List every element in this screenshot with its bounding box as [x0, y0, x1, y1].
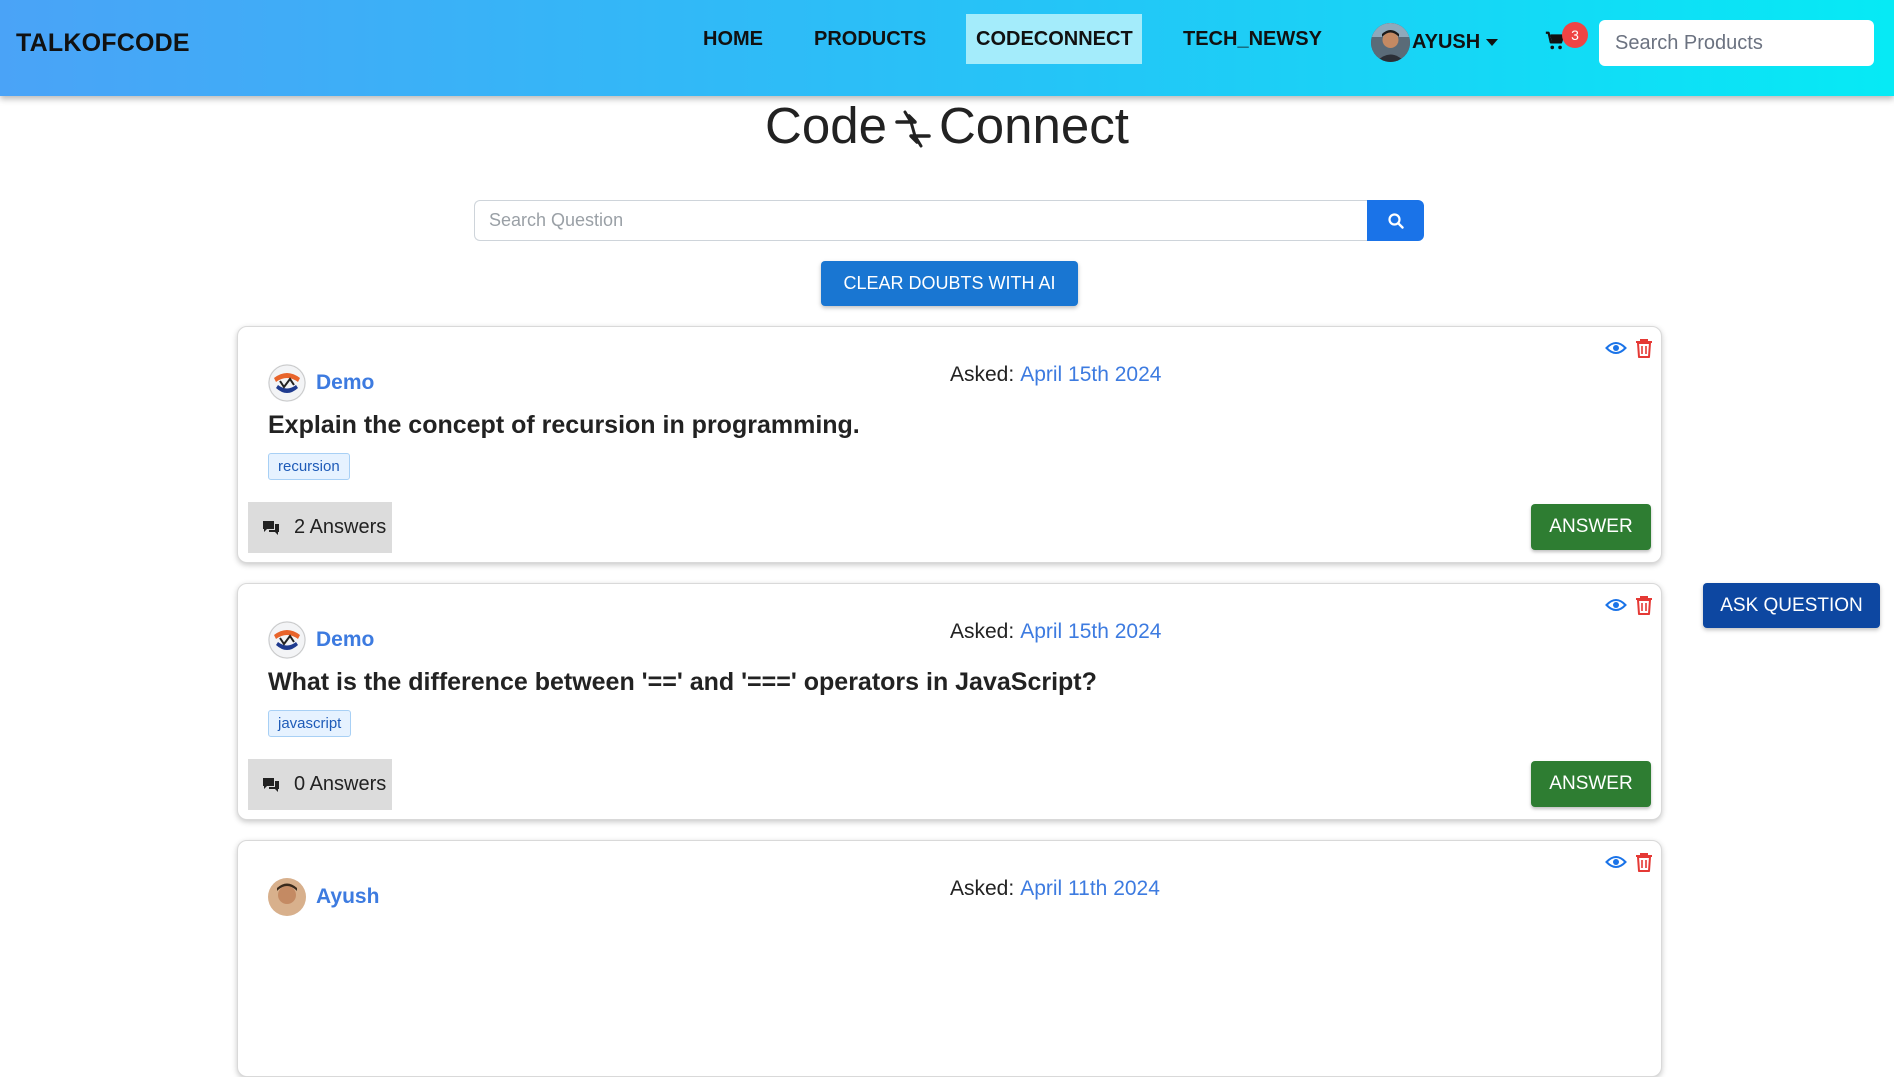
caret-down-icon	[1486, 38, 1499, 46]
asked-date: Asked: April 11th 2024	[950, 877, 1160, 900]
question-tag[interactable]: recursion	[268, 453, 350, 480]
question-card: Ayush Asked: April 11th 2024	[237, 840, 1662, 1077]
eye-icon[interactable]	[1605, 340, 1627, 356]
nav-home[interactable]: HOME	[693, 14, 773, 64]
comments-icon	[263, 520, 279, 535]
question-title[interactable]: What is the difference between '==' and …	[268, 668, 1097, 697]
user-name: AYUSH	[1412, 30, 1481, 53]
user-menu[interactable]: AYUSH	[1371, 22, 1499, 62]
trash-icon[interactable]	[1635, 595, 1653, 615]
eye-icon[interactable]	[1605, 597, 1627, 613]
answer-button[interactable]: ANSWER	[1531, 761, 1651, 807]
question-tag[interactable]: javascript	[268, 710, 352, 737]
question-card: Demo Asked: April 15th 2024 Explain the c…	[237, 326, 1662, 563]
answer-button[interactable]: ANSWER	[1531, 504, 1651, 550]
page-title: Code Connect	[0, 96, 1894, 155]
nav-codeconnect[interactable]: CODECONNECT	[966, 14, 1142, 64]
question-search-input[interactable]	[474, 200, 1367, 241]
question-search-button[interactable]	[1367, 200, 1424, 241]
product-search-input[interactable]	[1599, 20, 1874, 66]
title-code: Code	[765, 97, 887, 154]
asked-date: Asked: April 15th 2024	[950, 620, 1162, 643]
question-author[interactable]: Demo	[316, 371, 374, 395]
comments-icon	[263, 777, 279, 792]
navbar: TALKOFCODE HOME PRODUCTS CODECONNECT TEC…	[0, 0, 1894, 96]
question-author[interactable]: Demo	[316, 628, 374, 652]
user-avatar	[268, 364, 306, 402]
answers-count[interactable]: 2 Answers	[248, 502, 392, 553]
ask-question-button[interactable]: ASK QUESTION	[1703, 583, 1880, 628]
user-avatar	[1371, 22, 1410, 62]
eye-icon[interactable]	[1605, 854, 1627, 870]
user-avatar	[268, 878, 306, 916]
cart-count-badge: 3	[1562, 22, 1588, 48]
question-title[interactable]: Explain the concept of recursion in prog…	[268, 411, 860, 440]
trash-icon[interactable]	[1635, 338, 1653, 358]
question-card: Demo Asked: April 15th 2024 What is the d…	[237, 583, 1662, 820]
brand-logo[interactable]: TALKOFCODE	[16, 29, 190, 58]
question-author[interactable]: Ayush	[316, 885, 379, 909]
connect-arrows-icon	[895, 110, 931, 148]
clear-doubts-ai-button[interactable]: CLEAR DOUBTS WITH AI	[821, 261, 1078, 306]
title-connect: Connect	[938, 97, 1129, 154]
user-avatar	[268, 621, 306, 659]
search-icon	[1387, 212, 1404, 229]
nav-tech-newsy[interactable]: TECH_NEWSY	[1173, 14, 1332, 64]
question-search	[474, 200, 1424, 241]
answers-count[interactable]: 0 Answers	[248, 759, 392, 810]
trash-icon[interactable]	[1635, 852, 1653, 872]
nav-products[interactable]: PRODUCTS	[804, 14, 936, 64]
asked-date: Asked: April 15th 2024	[950, 363, 1162, 386]
